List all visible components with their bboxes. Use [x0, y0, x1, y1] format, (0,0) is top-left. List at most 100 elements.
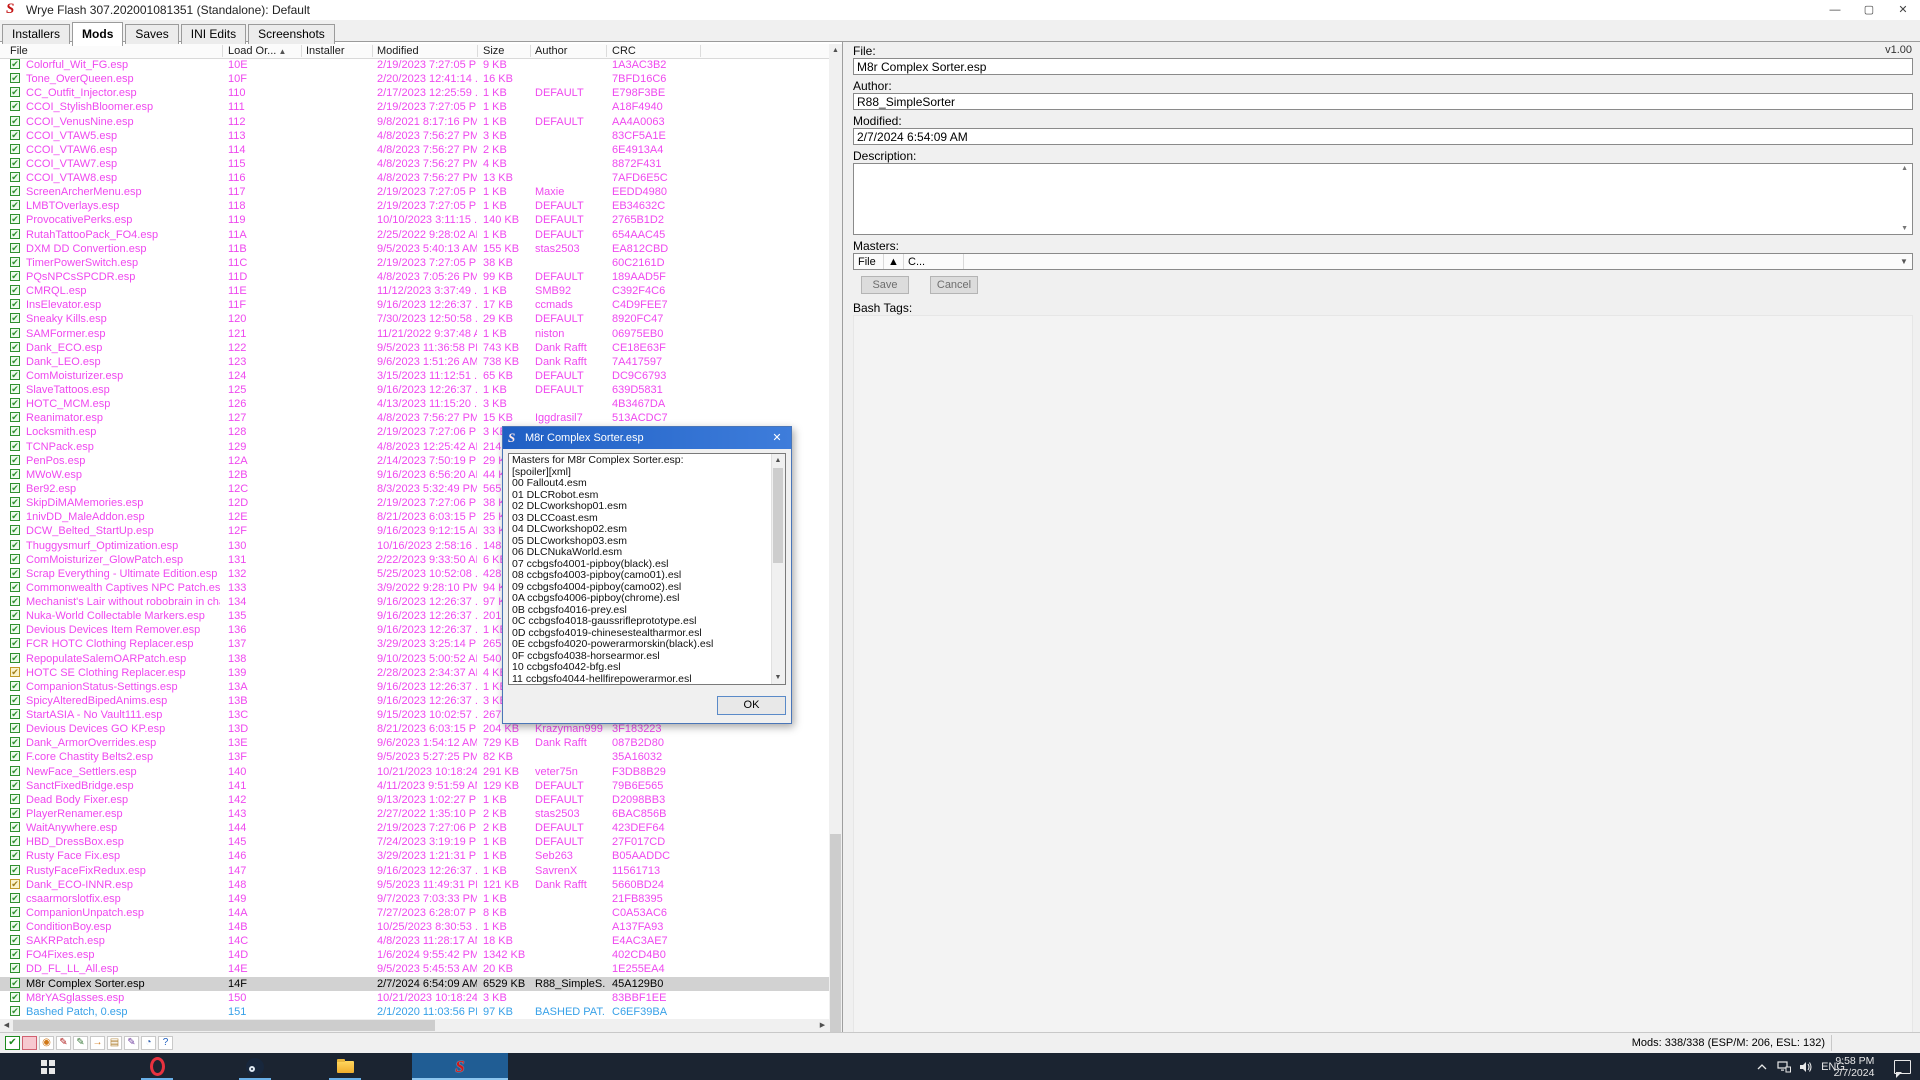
masters-column-0[interactable]: File	[854, 254, 884, 269]
active-checkbox-icon[interactable]: ✔	[10, 921, 20, 931]
active-checkbox-icon[interactable]: ✔	[10, 59, 20, 69]
mod-row[interactable]: ✔M8r Complex Sorter.esp14F2/7/2024 6:54:…	[0, 977, 829, 991]
active-checkbox-icon[interactable]: ✔	[10, 214, 20, 224]
mod-row[interactable]: ✔HOTC_MCM.esp1264/13/2023 11:15:20 ...3 …	[0, 397, 829, 411]
dialog-scrollbar-thumb[interactable]	[773, 468, 783, 563]
active-checkbox-icon[interactable]: ✔	[10, 978, 20, 988]
active-checkbox-icon[interactable]: ✔	[10, 1006, 20, 1016]
mod-row[interactable]: ✔CompanionUnpatch.esp14A7/27/2023 6:28:0…	[0, 906, 829, 920]
column-separator[interactable]	[372, 45, 373, 57]
plugin-checker-icon[interactable]: ✎	[56, 1036, 71, 1050]
mod-row[interactable]: ✔CCOI_VTAW8.esp1164/8/2023 7:56:27 PM13 …	[0, 171, 829, 185]
mod-row[interactable]: ✔CCOI_VTAW7.esp1154/8/2023 7:56:27 PM4 K…	[0, 157, 829, 171]
horizontal-scrollbar[interactable]: ◀ ▶	[0, 1019, 829, 1032]
mod-row[interactable]: ✔Dank_ECO-INNR.esp1489/5/2023 11:49:31 P…	[0, 878, 829, 892]
column-separator[interactable]	[700, 45, 701, 57]
description-scroll-up-icon[interactable]: ▲	[1901, 165, 1908, 172]
mod-row[interactable]: ✔FO4Fixes.esp14D1/6/2024 9:55:42 PM1342 …	[0, 948, 829, 962]
dialog-scroll-down-icon[interactable]: ▼	[772, 671, 784, 684]
active-checkbox-icon[interactable]: ✔	[10, 822, 20, 832]
mod-row[interactable]: ✔Tone_OverQueen.esp10F2/20/2023 12:41:14…	[0, 72, 829, 86]
active-checkbox-icon[interactable]: ✔	[10, 455, 20, 465]
mod-row[interactable]: ✔TimerPowerSwitch.esp11C2/19/2023 7:27:0…	[0, 256, 829, 270]
active-checkbox-icon[interactable]: ✔	[10, 172, 20, 182]
active-checkbox-icon[interactable]: ✔	[10, 441, 20, 451]
scroll-up-icon[interactable]: ▲	[829, 44, 842, 57]
mod-row[interactable]: ✔SlaveTattoos.esp1259/16/2023 12:26:37 .…	[0, 383, 829, 397]
mod-row[interactable]: ✔InsElevator.esp11F9/16/2023 12:26:37 ..…	[0, 298, 829, 312]
active-checkbox-icon[interactable]: ✔	[10, 229, 20, 239]
volume-icon[interactable]	[1796, 1053, 1816, 1080]
mod-row[interactable]: ✔csaarmorslotfix.esp1499/7/2023 7:03:33 …	[0, 892, 829, 906]
imported-checkbox-icon[interactable]: ✔	[10, 879, 20, 889]
active-checkbox-icon[interactable]: ✔	[10, 695, 20, 705]
mod-row[interactable]: ✔Dank_LEO.esp1239/6/2023 1:51:26 AM738 K…	[0, 355, 829, 369]
merged-box-icon[interactable]	[22, 1036, 37, 1050]
active-checkbox-icon[interactable]: ✔	[10, 850, 20, 860]
active-checkbox-icon[interactable]: ✔	[10, 342, 20, 352]
mod-row[interactable]: ✔Dead Body Fixer.esp1429/13/2023 1:02:27…	[0, 793, 829, 807]
active-checkbox-icon[interactable]: ✔	[10, 582, 20, 592]
mod-row[interactable]: ✔Dank_ArmorOverrides.esp13E9/6/2023 1:54…	[0, 736, 829, 750]
file-field[interactable]	[853, 58, 1913, 75]
active-checkbox-icon[interactable]: ✔	[10, 751, 20, 761]
active-checkbox-icon[interactable]: ✔	[10, 525, 20, 535]
ok-button[interactable]: OK	[717, 696, 786, 715]
active-checkbox-icon[interactable]: ✔	[10, 610, 20, 620]
scroll-left-icon[interactable]: ◀	[0, 1019, 13, 1032]
mod-row[interactable]: ✔CCOI_VTAW6.esp1144/8/2023 7:56:27 PM2 K…	[0, 143, 829, 157]
mod-row[interactable]: ✔Dank_ECO.esp1229/5/2023 11:36:58 PM743 …	[0, 341, 829, 355]
mod-row[interactable]: ✔Reanimator.esp1274/8/2023 7:56:27 PM15 …	[0, 411, 829, 425]
active-checkbox-icon[interactable]: ✔	[10, 483, 20, 493]
active-checkbox-icon[interactable]: ✔	[10, 412, 20, 422]
mod-row[interactable]: ✔ScreenArcherMenu.esp1172/19/2023 7:27:0…	[0, 185, 829, 199]
active-checkbox-icon[interactable]: ✔	[10, 653, 20, 663]
active-checkbox-icon[interactable]: ✔	[10, 893, 20, 903]
network-icon[interactable]	[1774, 1053, 1794, 1080]
mod-row[interactable]: ✔CMRQL.esp11E11/12/2023 3:37:49 ...1 KBS…	[0, 284, 829, 298]
mod-row[interactable]: ✔RustyFaceFixRedux.esp1479/16/2023 12:26…	[0, 864, 829, 878]
column-header-installer[interactable]: Installer	[306, 44, 372, 58]
file-explorer-taskbar-button[interactable]	[321, 1053, 369, 1080]
tab-mods[interactable]: Mods	[72, 22, 123, 46]
steam-taskbar-button[interactable]	[231, 1053, 279, 1080]
active-checkbox-icon[interactable]: ✔	[10, 271, 20, 281]
vertical-scrollbar[interactable]: ▲ ▼	[829, 44, 842, 1061]
active-checkbox-icon[interactable]: ✔	[10, 285, 20, 295]
tray-expand-icon[interactable]	[1752, 1053, 1772, 1080]
column-header-modified[interactable]: Modified	[377, 44, 477, 58]
active-checkbox-icon[interactable]: ✔	[10, 426, 20, 436]
active-checkbox-icon[interactable]: ✔	[10, 568, 20, 578]
minimize-button[interactable]: —	[1818, 0, 1852, 20]
window-titlebar[interactable]: S Wrye Flash 307.202001081351 (Standalon…	[0, 0, 1920, 21]
active-checkbox-icon[interactable]: ✔	[10, 299, 20, 309]
mod-row[interactable]: ✔ComMoisturizer.esp1243/15/2023 11:12:51…	[0, 369, 829, 383]
active-checkbox-icon[interactable]: ✔	[10, 356, 20, 366]
mod-row[interactable]: ✔SAMFormer.esp12111/21/2022 9:37:48 AM1 …	[0, 327, 829, 341]
active-checkbox-icon[interactable]: ✔	[10, 158, 20, 168]
mod-row[interactable]: ✔M8rYASglasses.esp15010/21/2023 10:18:24…	[0, 991, 829, 1005]
active-check-icon[interactable]: ✔	[5, 1036, 20, 1050]
column-separator[interactable]	[606, 45, 607, 57]
active-checkbox-icon[interactable]: ✔	[10, 511, 20, 521]
modified-field[interactable]	[853, 128, 1913, 145]
tab-ini-edits[interactable]: INI Edits	[181, 24, 246, 44]
active-checkbox-icon[interactable]: ✔	[10, 992, 20, 1002]
dialog-scrollbar[interactable]: ▲ ▼	[771, 454, 785, 684]
active-checkbox-icon[interactable]: ✔	[10, 328, 20, 338]
column-header-crc[interactable]: CRC	[612, 44, 700, 58]
horizontal-scrollbar-thumb[interactable]	[13, 1020, 435, 1031]
tab-screenshots[interactable]: Screenshots	[248, 24, 335, 44]
active-checkbox-icon[interactable]: ✔	[10, 469, 20, 479]
masters-dropdown-icon[interactable]: ▼	[1896, 254, 1912, 269]
active-checkbox-icon[interactable]: ✔	[10, 949, 20, 959]
dialog-scroll-up-icon[interactable]: ▲	[772, 454, 784, 467]
active-checkbox-icon[interactable]: ✔	[10, 681, 20, 691]
mod-row[interactable]: ✔HBD_DressBox.esp1457/24/2023 3:19:19 PM…	[0, 835, 829, 849]
author-field[interactable]	[853, 93, 1913, 110]
clock[interactable]: 9:58 PM 2/7/2024	[1824, 1053, 1884, 1080]
column-header-size[interactable]: Size	[483, 44, 530, 58]
active-checkbox-icon[interactable]: ✔	[10, 398, 20, 408]
import-icon[interactable]: →	[90, 1036, 105, 1050]
cancel-button[interactable]: Cancel	[930, 276, 978, 294]
